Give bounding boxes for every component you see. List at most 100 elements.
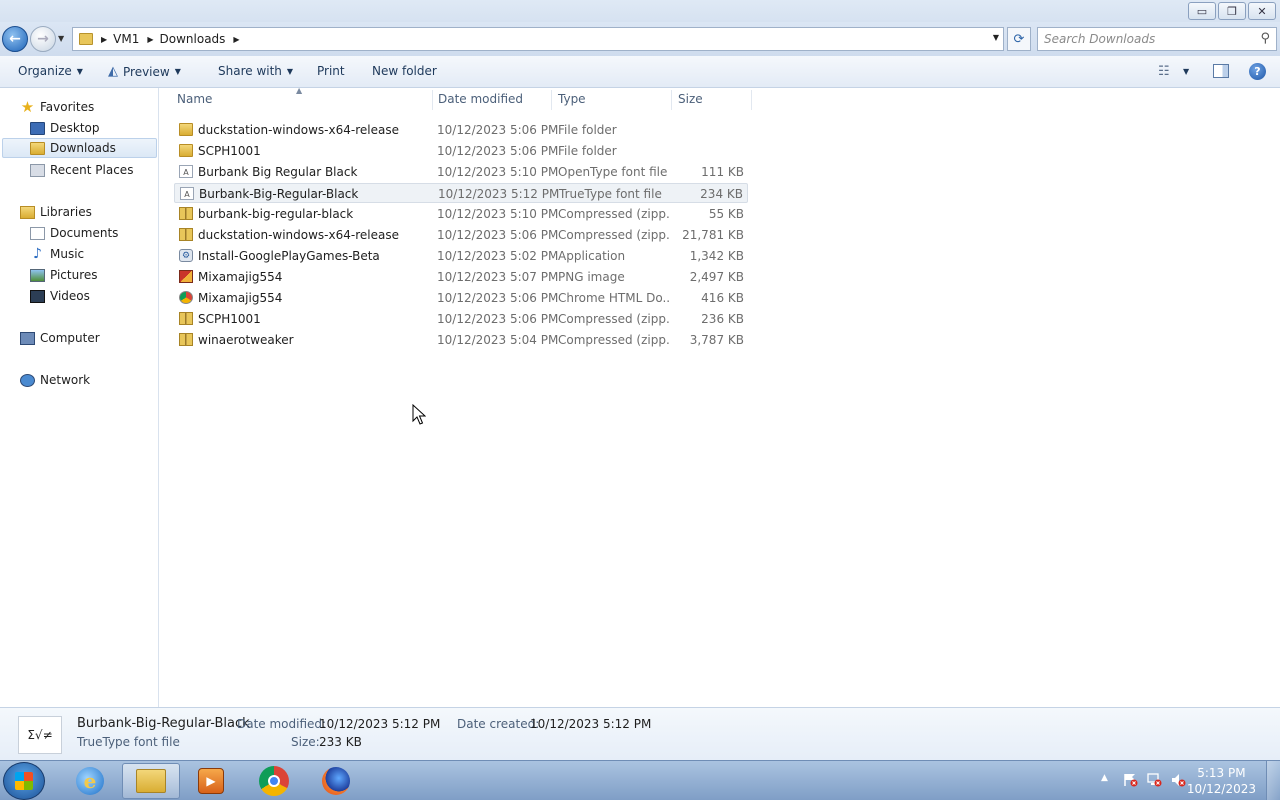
start-button[interactable] <box>3 762 45 800</box>
restore-button[interactable]: ❐ <box>1218 2 1246 20</box>
address-dropdown-icon[interactable]: ▼ <box>993 33 999 42</box>
close-button[interactable]: ✕ <box>1248 2 1276 20</box>
windows-explorer-icon <box>136 769 166 793</box>
nav-favorites[interactable]: ★ Favorites <box>20 97 94 117</box>
breadcrumb-vm1[interactable]: VM1 <box>113 32 139 46</box>
system-clock[interactable]: 5:13 PM 10/12/2023 <box>1187 765 1256 797</box>
refresh-icon: ⟳ <box>1013 31 1025 47</box>
taskbar-media-player[interactable]: ▶ <box>182 763 240 799</box>
address-row: ← → ▼ ▶ VM1 ▶ Downloads ▶ ▼ ⟳ ⚲ <box>0 22 1280 56</box>
taskbar-firefox[interactable] <box>307 763 365 799</box>
details-file-name: Burbank-Big-Regular-Black <box>77 716 250 731</box>
file-date-modified: 10/12/2023 5:04 PM <box>437 333 559 347</box>
file-name: Burbank Big Regular Black <box>198 165 358 179</box>
nav-music[interactable]: ♪ Music <box>30 244 84 264</box>
chevron-right-icon[interactable]: ▶ <box>233 35 239 44</box>
preview-button[interactable]: ◭ Preview ▼ <box>108 64 181 79</box>
minimize-button[interactable]: ▭ <box>1188 2 1216 20</box>
show-hidden-icons-button[interactable]: ▲ <box>1101 773 1108 783</box>
file-name: Mixamajig554 <box>198 270 283 284</box>
file-row[interactable]: A Burbank-Big-Regular-Black 10/12/2023 5:1… <box>174 183 748 203</box>
file-row[interactable]: SCPH1001 10/12/2023 5:06 PM File folder <box>174 141 748 161</box>
preview-label: Preview <box>123 64 170 79</box>
libraries-icon <box>20 205 35 219</box>
nav-libraries[interactable]: Libraries <box>20 202 92 222</box>
file-thumbnail: Σ√≠ <box>18 716 62 754</box>
file-row[interactable]: winaerotweaker 10/12/2023 5:04 PM Compress… <box>174 330 748 350</box>
help-icon[interactable]: ? <box>1249 63 1266 80</box>
taskbar-chrome[interactable] <box>245 763 303 799</box>
chevron-down-icon: ▼ <box>76 66 83 76</box>
file-date-modified: 10/12/2023 5:10 PM <box>437 207 559 221</box>
new-folder-button[interactable]: New folder <box>372 64 437 78</box>
organize-button[interactable]: Organize ▼ <box>18 64 83 78</box>
recent-pages-dropdown[interactable]: ▼ <box>58 34 64 43</box>
volume-muted-icon[interactable] <box>1170 773 1186 787</box>
file-row[interactable]: Mixamajig554 10/12/2023 5:07 PM PNG image 2… <box>174 267 748 287</box>
details-date-modified-label: Date modified: <box>237 717 327 731</box>
column-divider[interactable] <box>432 90 433 110</box>
nav-pictures[interactable]: Pictures <box>30 265 98 285</box>
preview-icon: ◭ <box>108 64 118 79</box>
font-file-icon: A <box>179 165 193 178</box>
breadcrumb-downloads[interactable]: Downloads <box>160 32 226 46</box>
back-button[interactable]: ← <box>2 26 28 52</box>
taskbar-internet-explorer[interactable]: e <box>61 763 119 799</box>
file-row[interactable]: ⚙ Install-GooglePlayGames-Beta 10/12/2023 … <box>174 246 748 266</box>
search-input[interactable] <box>1044 32 1254 46</box>
share-with-button[interactable]: Share with ▼ <box>218 64 293 78</box>
nav-computer[interactable]: Computer <box>20 328 100 348</box>
column-header-name[interactable]: Name <box>177 92 212 106</box>
column-divider[interactable] <box>751 90 752 110</box>
file-row[interactable]: Mixamajig554 10/12/2023 5:06 PM Chrome HTM… <box>174 288 748 308</box>
file-date-modified: 10/12/2023 5:06 PM <box>437 123 559 137</box>
details-date-modified-value: 10/12/2023 5:12 PM <box>319 717 441 731</box>
column-header-size[interactable]: Size <box>678 92 703 106</box>
share-with-label: Share with <box>218 64 282 78</box>
column-divider[interactable] <box>551 90 552 110</box>
file-row[interactable]: duckstation-windows-x64-release 10/12/202… <box>174 120 748 140</box>
network-status-icon[interactable] <box>1146 773 1162 787</box>
title-bar: ▭ ❐ ✕ <box>0 0 1280 22</box>
preview-pane-icon[interactable] <box>1213 64 1229 78</box>
change-view-icon[interactable]: ☷ <box>1158 64 1170 79</box>
file-row[interactable]: SCPH1001 10/12/2023 5:06 PM Compressed (zi… <box>174 309 748 329</box>
column-header-date-modified[interactable]: Date modified <box>438 92 523 106</box>
view-options-dropdown-icon[interactable]: ▼ <box>1183 67 1189 76</box>
column-header-type[interactable]: Type <box>558 92 586 106</box>
pictures-icon <box>30 268 45 282</box>
nav-downloads[interactable]: Downloads <box>2 138 157 158</box>
chevron-right-icon[interactable]: ▶ <box>101 35 107 44</box>
details-size-value: 233 KB <box>319 735 362 749</box>
column-divider[interactable] <box>671 90 672 110</box>
zip-icon <box>179 312 193 325</box>
forward-button[interactable]: → <box>30 26 56 52</box>
nav-recent-places[interactable]: Recent Places <box>30 160 133 180</box>
nav-network-label: Network <box>40 373 91 387</box>
show-desktop-button[interactable] <box>1266 761 1280 800</box>
nav-desktop[interactable]: Desktop <box>30 118 100 138</box>
file-date-modified: 10/12/2023 5:06 PM <box>437 228 559 242</box>
nav-documents-label: Documents <box>50 226 119 240</box>
search-icon[interactable]: ⚲ <box>1260 31 1270 46</box>
file-row[interactable]: A Burbank Big Regular Black 10/12/2023 5:1… <box>174 162 748 182</box>
address-bar[interactable]: ▶ VM1 ▶ Downloads ▶ ▼ <box>72 27 1004 51</box>
new-folder-label: New folder <box>372 64 437 78</box>
details-size-label: Size: <box>291 735 320 749</box>
search-box[interactable]: ⚲ <box>1037 27 1277 51</box>
chevron-right-icon[interactable]: ▶ <box>147 35 153 44</box>
refresh-button[interactable]: ⟳ <box>1007 27 1031 51</box>
nav-videos[interactable]: Videos <box>30 286 90 306</box>
file-row[interactable]: burbank-big-regular-black 10/12/2023 5:10… <box>174 204 748 224</box>
back-arrow-icon: ← <box>9 31 21 47</box>
file-row[interactable]: duckstation-windows-x64-release 10/12/202… <box>174 225 748 245</box>
app-icon: ⚙ <box>179 249 193 262</box>
taskbar-windows-explorer[interactable] <box>122 763 180 799</box>
nav-network[interactable]: Network <box>20 370 90 390</box>
file-type: OpenType font file <box>558 165 668 179</box>
organize-label: Organize <box>18 64 72 78</box>
folder-icon <box>179 144 193 157</box>
nav-documents[interactable]: Documents <box>30 223 118 243</box>
action-center-flag-icon[interactable] <box>1122 773 1138 787</box>
print-button[interactable]: Print <box>317 64 345 78</box>
